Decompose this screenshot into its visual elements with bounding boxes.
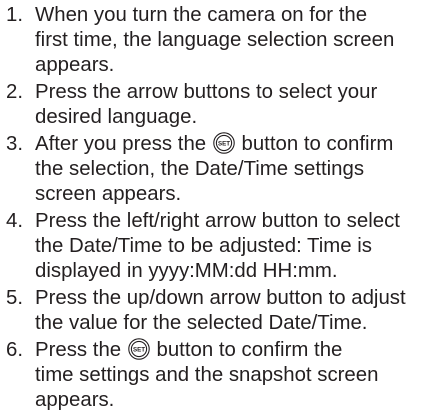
- step-number: 5.: [6, 287, 24, 309]
- step-line: After you press the SET button to confir…: [35, 132, 429, 157]
- step-line: appears.: [35, 54, 115, 77]
- step-line-end: button to confirm the: [156, 339, 343, 361]
- step-line: the Date/Time to be adjusted: Time is: [35, 235, 372, 258]
- step-text: Press the left/right arrow button to sel…: [35, 209, 429, 285]
- step-line: Press the up/down arrow button to adjust: [35, 287, 406, 309]
- step-number: 1.: [6, 4, 24, 26]
- step-number: 2.: [6, 81, 24, 103]
- step-line-end: button to confirm: [241, 133, 394, 155]
- step-line: the selection, the Date/Time settings: [35, 158, 365, 181]
- step-line-start: Press the: [35, 339, 122, 361]
- instruction-page: 1. When you turn the camera on for the f…: [0, 0, 429, 416]
- step-number: 3.: [6, 133, 24, 155]
- step-number: 6.: [6, 339, 24, 361]
- set-label: SET: [218, 140, 230, 147]
- step-line: appears.: [35, 389, 115, 412]
- step-line: first time, the language selection scree…: [35, 29, 395, 52]
- step-line: the value for the selected Date/Time.: [35, 312, 368, 335]
- step-number: 4.: [6, 210, 24, 232]
- set-button-icon: SET: [128, 338, 150, 360]
- set-label: SET: [133, 346, 145, 353]
- step-line: desired language.: [35, 106, 198, 129]
- step-text: Press the up/down arrow button to adjust…: [35, 286, 429, 336]
- step-line: Press the arrow buttons to select your: [35, 81, 378, 103]
- step-line: displayed in yyyy:MM:dd HH:mm.: [35, 260, 338, 283]
- step-line: Press the left/right arrow button to sel…: [35, 210, 400, 232]
- step-line-start: After you press the: [35, 133, 207, 155]
- step-line: When you turn the camera on for the: [35, 4, 368, 26]
- set-button-icon: SET: [213, 132, 235, 154]
- step-text: When you turn the camera on for the firs…: [35, 3, 429, 79]
- step-line: screen appears.: [35, 183, 182, 206]
- step-text: Press the arrow buttons to select your d…: [35, 80, 429, 130]
- step-line: Press the SET button to confirm the: [35, 338, 429, 363]
- step-text: Press the SET button to confirm the time…: [35, 338, 429, 414]
- step-text: After you press the SET button to confir…: [35, 132, 429, 208]
- step-line: time settings and the snapshot screen: [35, 364, 379, 387]
